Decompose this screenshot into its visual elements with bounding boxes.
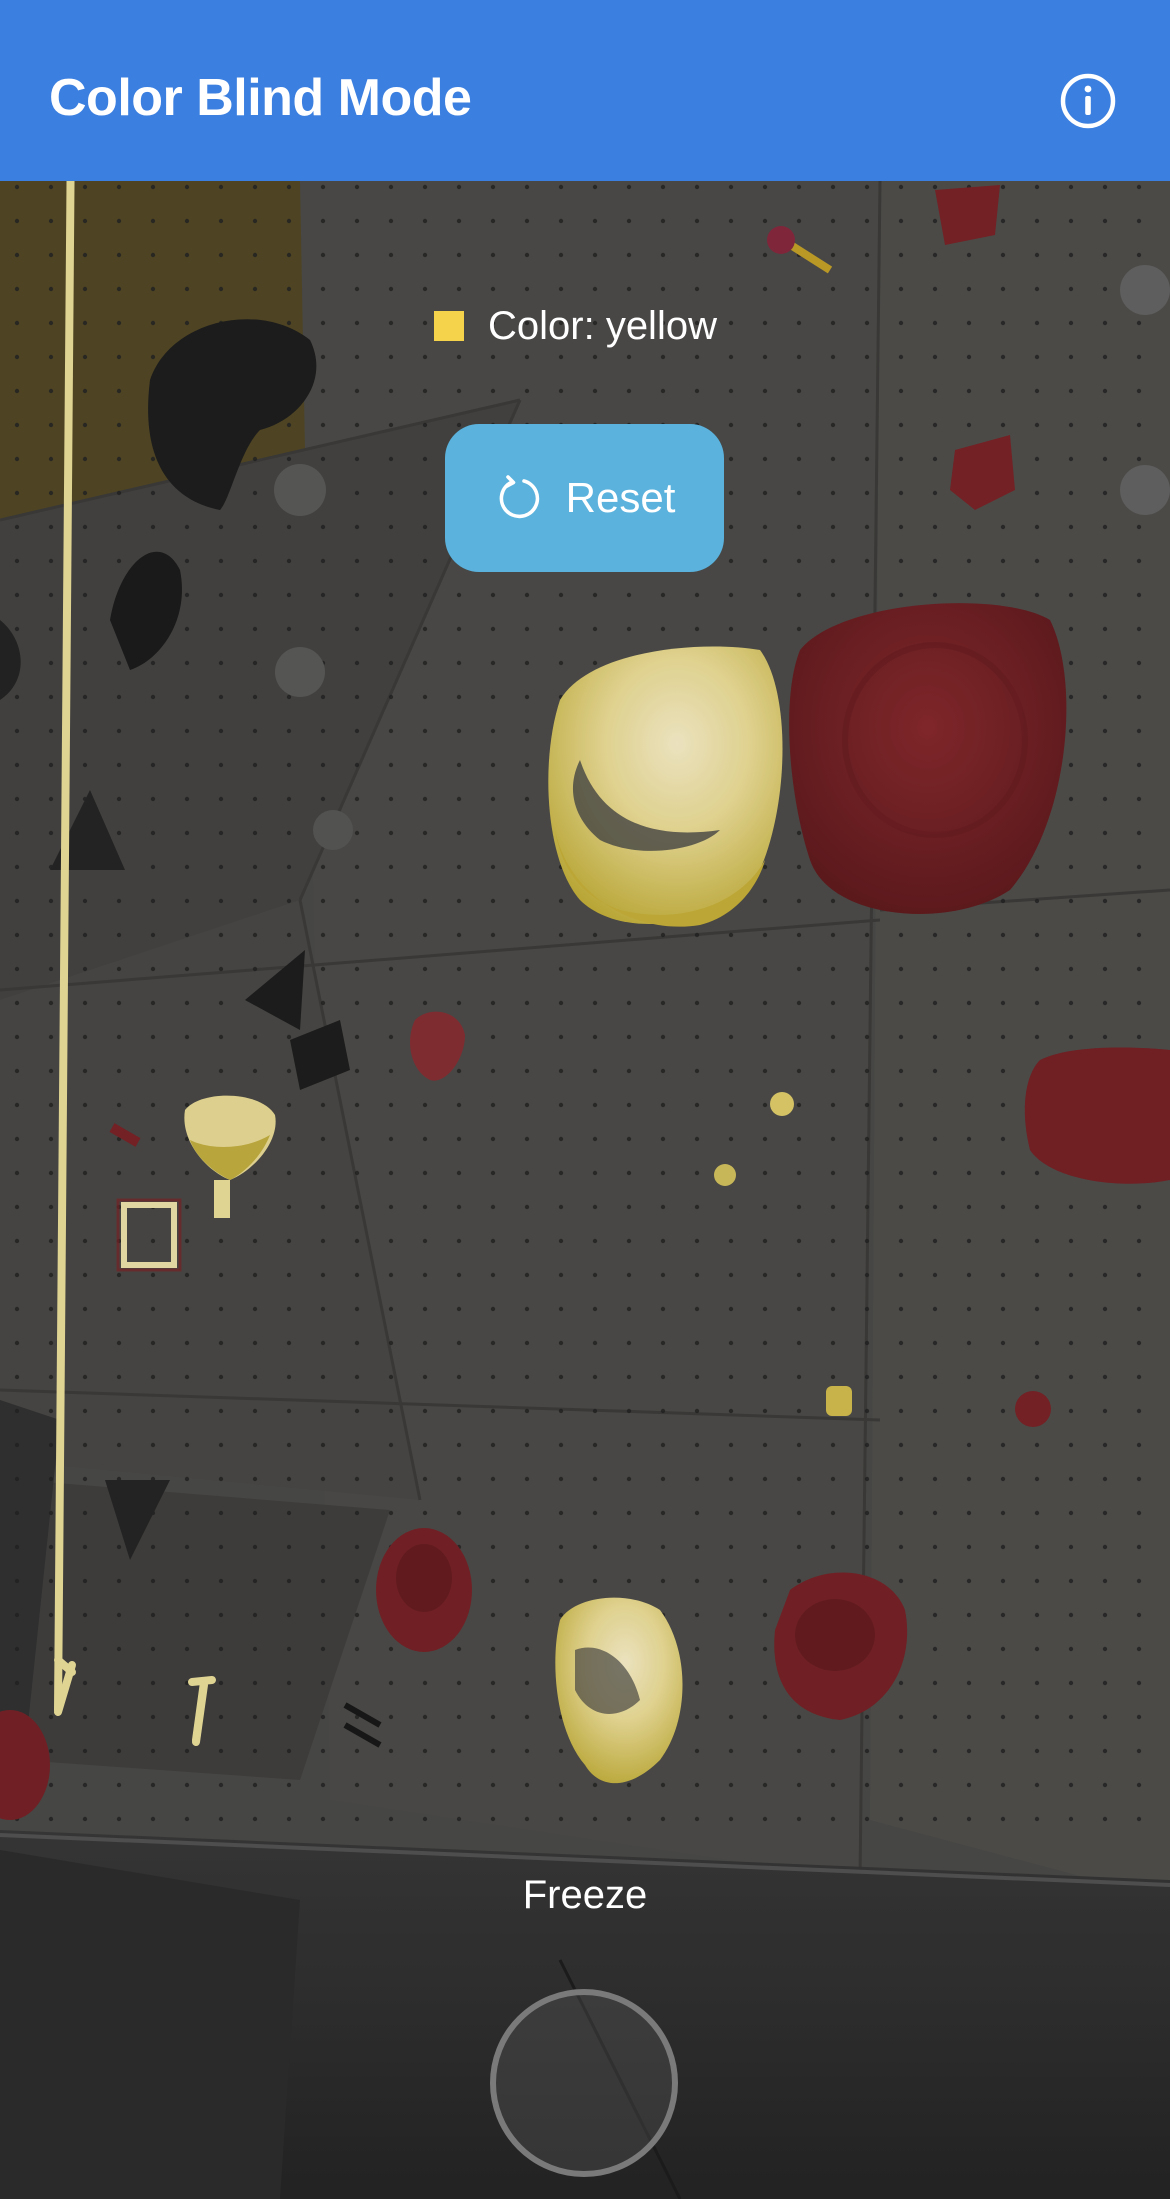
detected-color-label: Color: yellow [434,301,717,351]
info-button[interactable] [1058,71,1118,131]
detected-color-text: Color: yellow [488,304,717,348]
freeze-label: Freeze [522,1873,648,1917]
reset-label: Reset [565,474,676,521]
app-header: Color Blind Mode [0,0,1170,181]
freeze-shutter-button[interactable] [490,1989,678,2177]
info-circle-icon [1060,73,1116,129]
app-screen: Color Blind Mode Color: yellow Reset Fre… [0,0,1170,2199]
page-title: Color Blind Mode [49,69,472,127]
reset-button[interactable]: Reset [445,424,724,572]
refresh-icon [499,475,539,519]
color-swatch [434,311,464,341]
